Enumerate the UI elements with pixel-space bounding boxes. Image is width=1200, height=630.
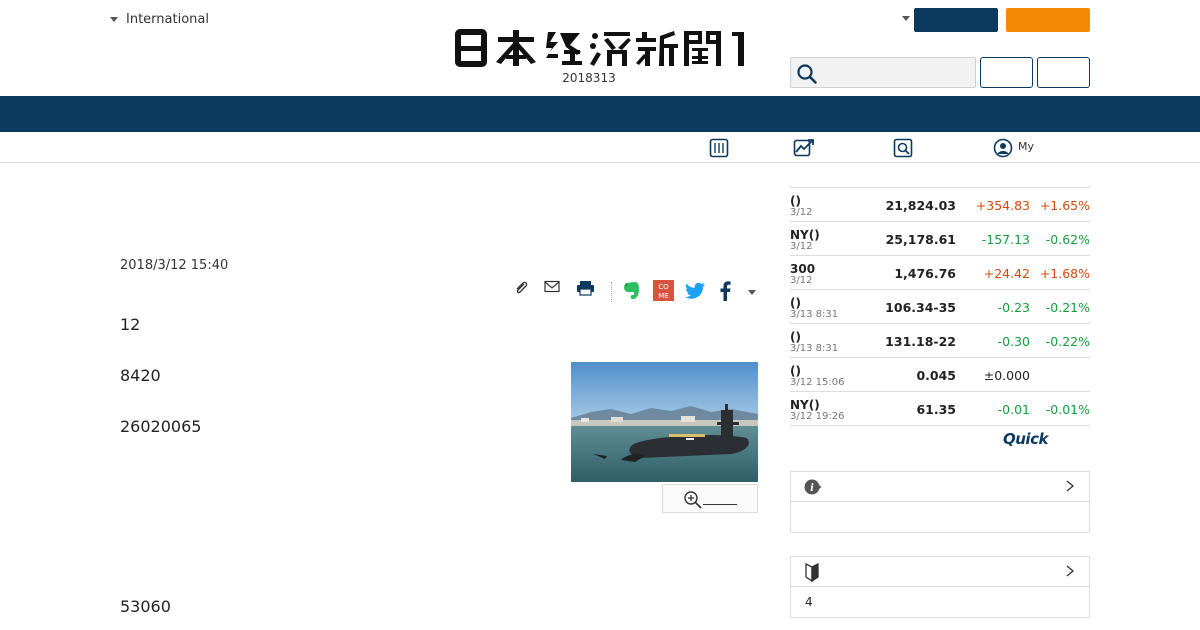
comemo-icon[interactable]: CO ME	[653, 280, 674, 301]
info-box-body	[791, 502, 1089, 532]
market-time: 3/13 8:31	[790, 309, 839, 320]
info-box: i	[790, 471, 1090, 533]
market-percent: +1.65%	[1039, 198, 1090, 213]
chevron-right-icon	[1066, 480, 1075, 492]
search-icon	[797, 64, 817, 84]
beginner-box: 4	[790, 556, 1090, 618]
edition-label: International	[126, 12, 209, 27]
market-change: +354.83	[975, 198, 1030, 213]
beginner-box-text: 4	[805, 595, 813, 609]
my-nikkei-label[interactable]: My	[1018, 140, 1034, 153]
market-chart-icon[interactable]	[793, 138, 815, 158]
market-row[interactable]: 300 3/12 1,476.76 +24.42 +1.68%	[790, 256, 1090, 290]
user-icon[interactable]	[993, 138, 1013, 158]
article-date: 2018/3/12 15:40	[120, 258, 229, 273]
market-price: 0.045	[916, 368, 956, 383]
market-row[interactable]: () 3/12 15:06 0.045 ±0.000	[790, 358, 1090, 392]
svg-text:CO: CO	[658, 283, 669, 291]
print-icon[interactable]	[576, 280, 595, 296]
market-table: () 3/12 21,824.03 +354.83 +1.65% NY() 3/…	[790, 187, 1090, 426]
beginner-box-body[interactable]: 4	[791, 587, 1089, 617]
market-price: 21,824.03	[885, 198, 956, 213]
chevron-right-icon	[1066, 565, 1075, 577]
market-name: ()	[790, 296, 801, 310]
market-row[interactable]: () 3/12 21,824.03 +354.83 +1.65%	[790, 188, 1090, 222]
login-button[interactable]	[914, 8, 998, 32]
twitter-icon[interactable]	[685, 282, 706, 300]
market-name: ()	[790, 194, 801, 208]
photo-zoom-button[interactable]	[662, 484, 758, 513]
market-percent: -0.22%	[1045, 334, 1090, 349]
market-row[interactable]: () 3/13 8:31 131.18-22 -0.30 -0.22%	[790, 324, 1090, 358]
share-more-caret-icon[interactable]	[748, 290, 756, 295]
market-change: -157.13	[981, 232, 1030, 247]
svg-text:i: i	[810, 483, 814, 494]
search-submit-button[interactable]	[1037, 57, 1090, 88]
subscribe-button[interactable]	[1006, 8, 1090, 32]
dropdown-caret-icon[interactable]	[902, 16, 910, 21]
beginner-mark-icon	[805, 563, 819, 583]
market-time: 3/13 8:31	[790, 343, 839, 354]
article-paragraph-1: 12	[120, 315, 141, 334]
market-change: +24.42	[983, 266, 1030, 281]
market-time: 3/12	[790, 241, 813, 252]
main-nav-bar[interactable]	[0, 96, 1200, 132]
market-percent: -0.62%	[1045, 232, 1090, 247]
svg-text:ME: ME	[658, 292, 668, 300]
article-paragraph-4: 53060	[120, 597, 171, 616]
market-time: 3/12	[790, 275, 813, 286]
market-name: 300	[790, 262, 816, 276]
sub-nav-bar: My	[0, 132, 1200, 163]
market-row[interactable]: NY() 3/12 25,178.61 -157.13 -0.62%	[790, 222, 1090, 256]
zoom-in-icon	[684, 491, 702, 509]
header-date: 2018313	[562, 71, 616, 85]
search-input[interactable]	[790, 57, 976, 88]
article-paragraph-3: 26020065	[120, 417, 202, 436]
info-icon: i	[804, 479, 822, 495]
info-box-header[interactable]: i	[791, 472, 1089, 502]
market-name: ()	[790, 364, 801, 378]
market-name: ()	[790, 330, 801, 344]
market-row[interactable]: NY() 3/12 19:26 61.35 -0.01 -0.01%	[790, 392, 1090, 426]
market-price: 1,476.76	[894, 266, 956, 281]
market-row[interactable]: () 3/13 8:31 106.34-35 -0.23 -0.21%	[790, 290, 1090, 324]
mail-icon[interactable]	[544, 280, 560, 294]
edition-selector[interactable]: International	[110, 12, 209, 27]
market-time: 3/12 19:26	[790, 411, 845, 422]
search-news-icon[interactable]	[893, 138, 913, 158]
market-change: -0.30	[997, 334, 1030, 349]
search-option-button[interactable]	[980, 57, 1033, 88]
quick-logo[interactable]: Quick	[1003, 430, 1048, 448]
zoom-underline	[703, 504, 737, 505]
submarine-photo[interactable]	[571, 362, 758, 482]
market-percent: +1.68%	[1039, 266, 1090, 281]
clip-icon[interactable]	[513, 280, 529, 296]
market-change: -0.23	[997, 300, 1030, 315]
market-name: NY()	[790, 228, 820, 242]
market-price: 131.18-22	[885, 334, 956, 349]
market-percent: -0.01%	[1045, 402, 1090, 417]
market-time: 3/12 15:06	[790, 377, 845, 388]
share-divider	[611, 282, 612, 302]
market-time: 3/12	[790, 207, 813, 218]
beginner-box-header[interactable]	[791, 557, 1089, 587]
market-change: ±0.000	[983, 368, 1030, 383]
facebook-icon[interactable]	[719, 281, 731, 301]
market-percent: -0.21%	[1045, 300, 1090, 315]
newspaper-icon[interactable]	[709, 138, 729, 158]
nikkei-logo[interactable]	[452, 28, 748, 68]
market-price: 25,178.61	[885, 232, 956, 247]
evernote-icon[interactable]	[622, 280, 641, 301]
market-name: NY()	[790, 398, 820, 412]
caret-down-icon	[110, 17, 118, 22]
market-price: 106.34-35	[885, 300, 956, 315]
market-change: -0.01	[997, 402, 1030, 417]
article-paragraph-2: 8420	[120, 366, 161, 385]
market-price: 61.35	[916, 402, 956, 417]
